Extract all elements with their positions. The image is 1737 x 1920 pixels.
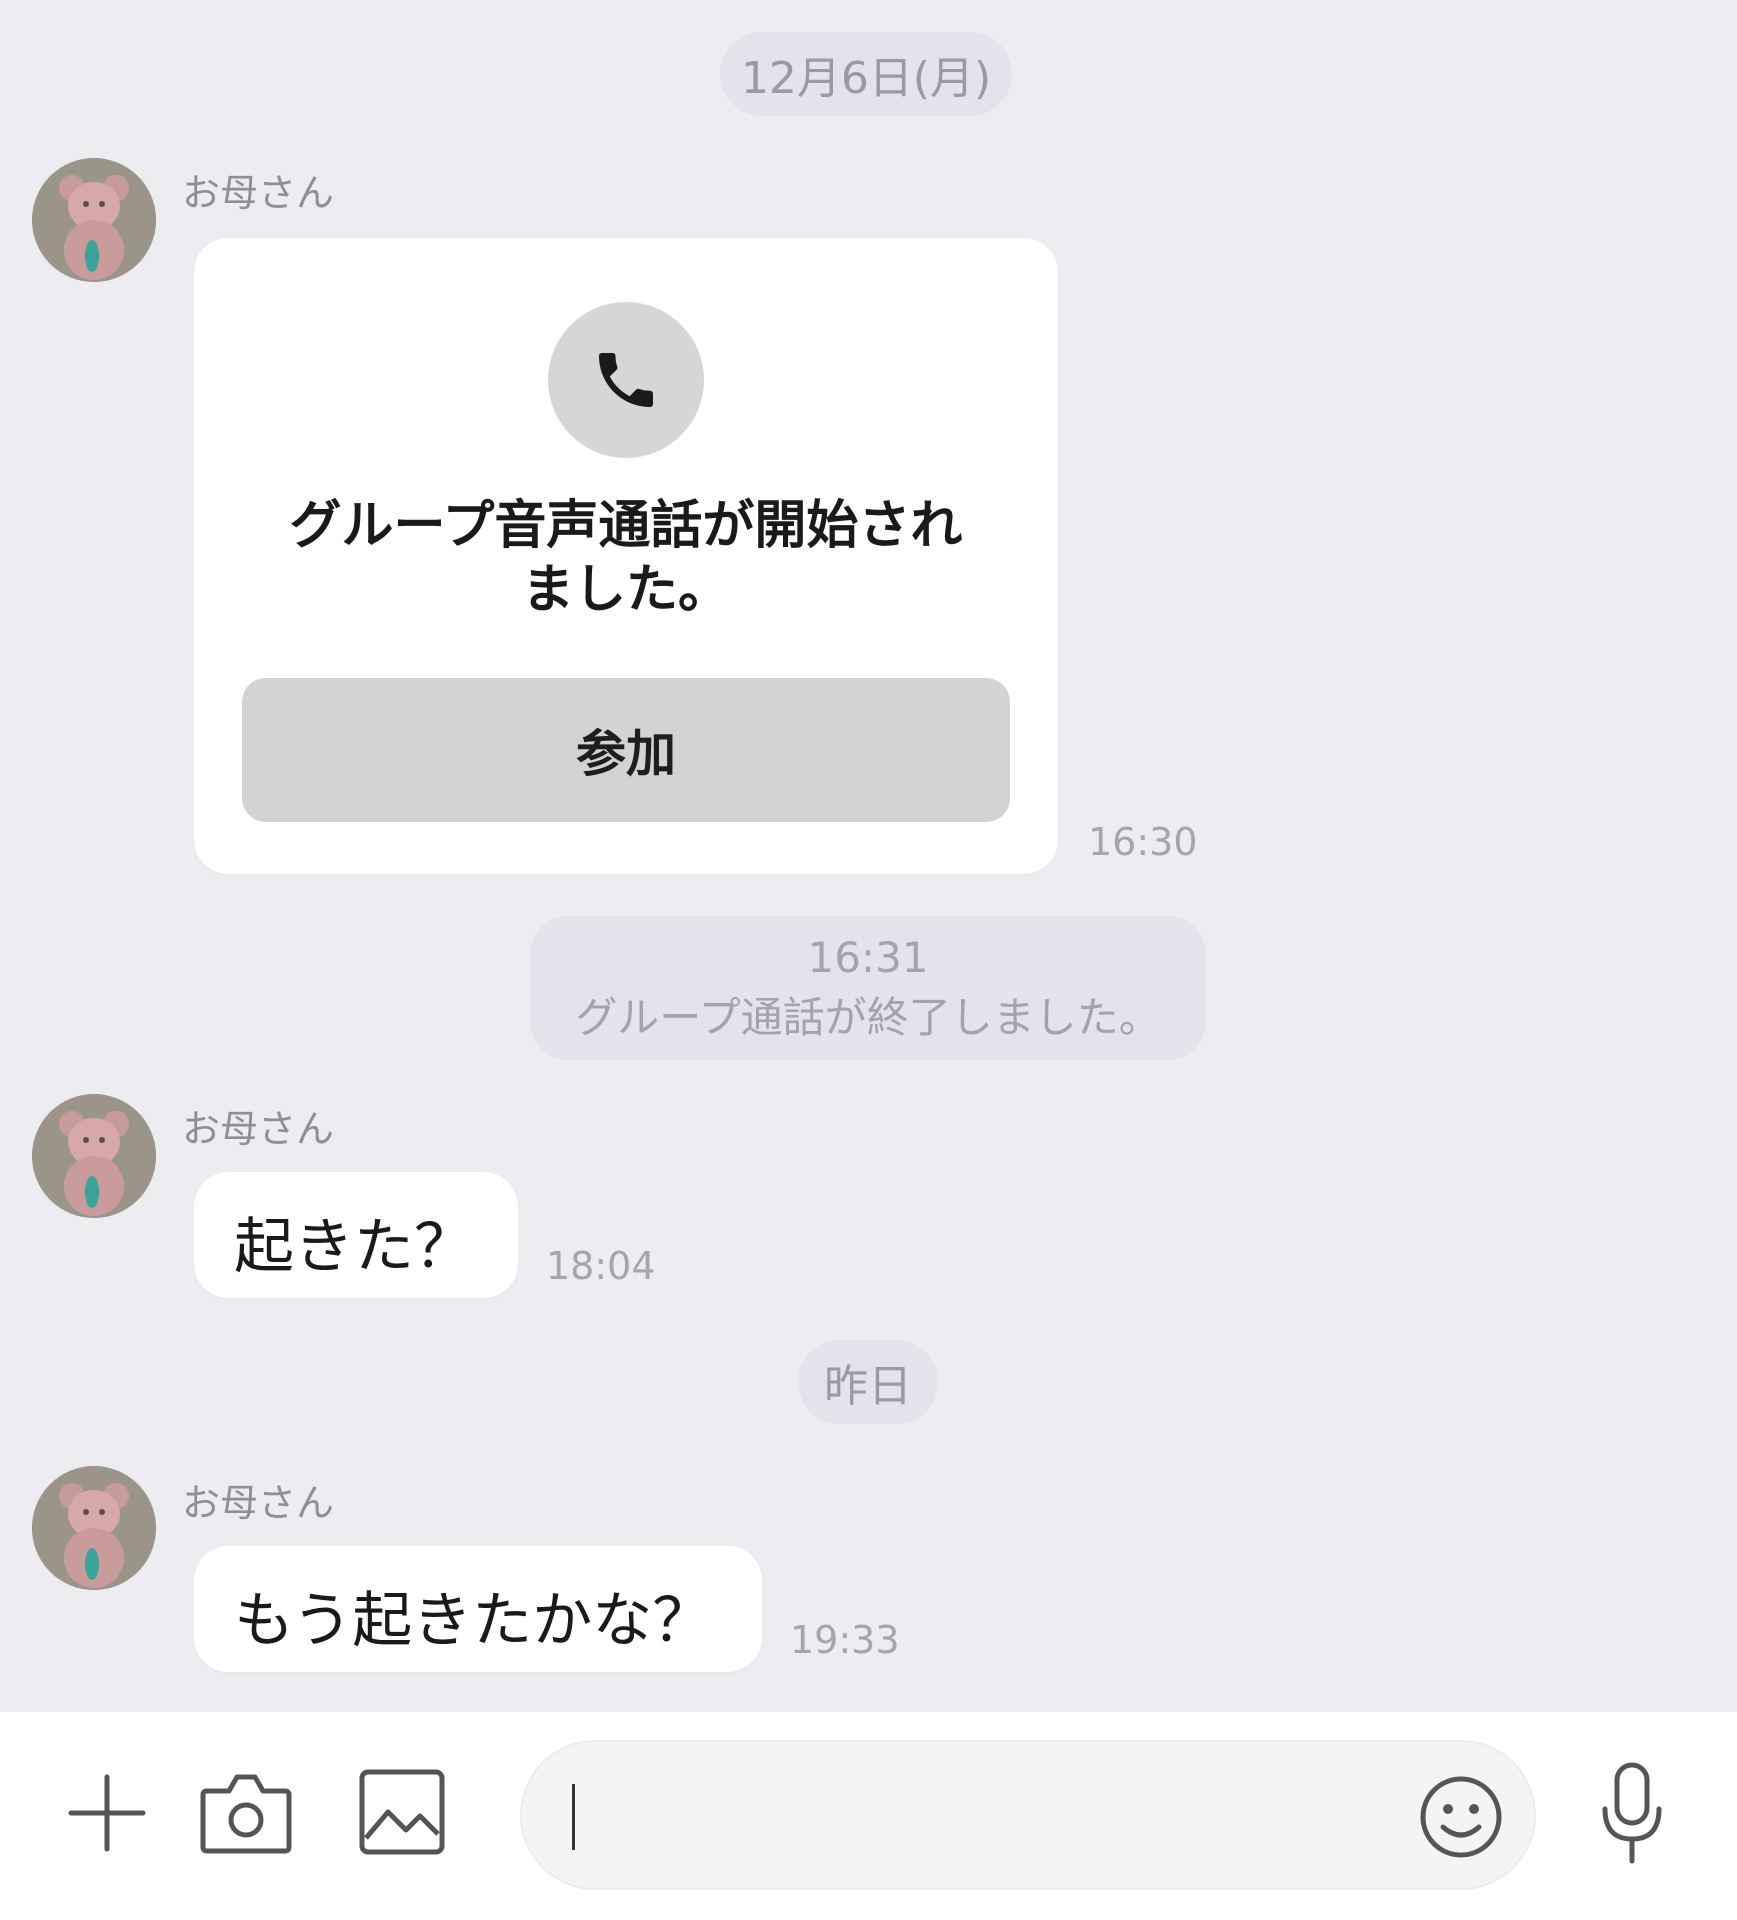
text-caret (572, 1784, 575, 1850)
message-time: 19:33 (790, 1618, 900, 1662)
message-input[interactable] (520, 1740, 1536, 1890)
date-separator: 12月6日(月) (720, 32, 1012, 116)
chat-area[interactable]: 12月6日(月) お母さん グループ音声通話が開始され ました。 参加 16:3… (0, 0, 1737, 1712)
system-message-time: 16:31 (807, 933, 929, 982)
phone-icon (599, 353, 653, 407)
call-icon-circle (548, 302, 704, 458)
avatar-bear-image (32, 158, 156, 282)
sender-name: お母さん (182, 1107, 335, 1151)
message-text: 起きた？ (234, 1212, 474, 1282)
sender-name: お母さん (182, 171, 335, 215)
message-bubble[interactable]: 起きた？ (194, 1172, 518, 1298)
call-title: グループ音声通話が開始され ました。 (234, 494, 1018, 622)
date-separator-label: 昨日 (824, 1361, 912, 1412)
message-bubble[interactable]: もう起きたかな？ (194, 1546, 762, 1672)
message-text: もう起きたかな？ (234, 1586, 713, 1656)
plus-icon[interactable] (62, 1768, 152, 1858)
image-icon[interactable] (356, 1764, 448, 1860)
system-message: 16:31 グループ通話が終了しました。 (530, 916, 1206, 1060)
system-message-text: グループ通話が終了しました。 (575, 993, 1161, 1042)
join-call-label: 参加 (576, 725, 676, 783)
message-time: 16:30 (1088, 820, 1198, 864)
join-call-button[interactable]: 参加 (242, 678, 1010, 822)
avatar-bear-image (32, 1466, 156, 1590)
sender-name: お母さん (182, 1481, 335, 1525)
avatar[interactable] (32, 1094, 156, 1218)
call-card-bubble[interactable]: グループ音声通話が開始され ました。 参加 (194, 238, 1058, 874)
avatar[interactable] (32, 1466, 156, 1590)
call-title-line2: ました。 (521, 560, 730, 620)
message-time: 18:04 (546, 1244, 656, 1288)
avatar-bear-image (32, 1094, 156, 1218)
input-bar (0, 1712, 1737, 1920)
date-separator: 昨日 (798, 1340, 938, 1424)
emoji-icon[interactable] (1416, 1772, 1506, 1862)
call-title-line1: グループ音声通話が開始され (289, 496, 963, 556)
microphone-icon[interactable] (1592, 1758, 1672, 1868)
avatar[interactable] (32, 158, 156, 282)
date-separator-label: 12月6日(月) (740, 53, 992, 104)
camera-icon[interactable] (196, 1764, 296, 1860)
